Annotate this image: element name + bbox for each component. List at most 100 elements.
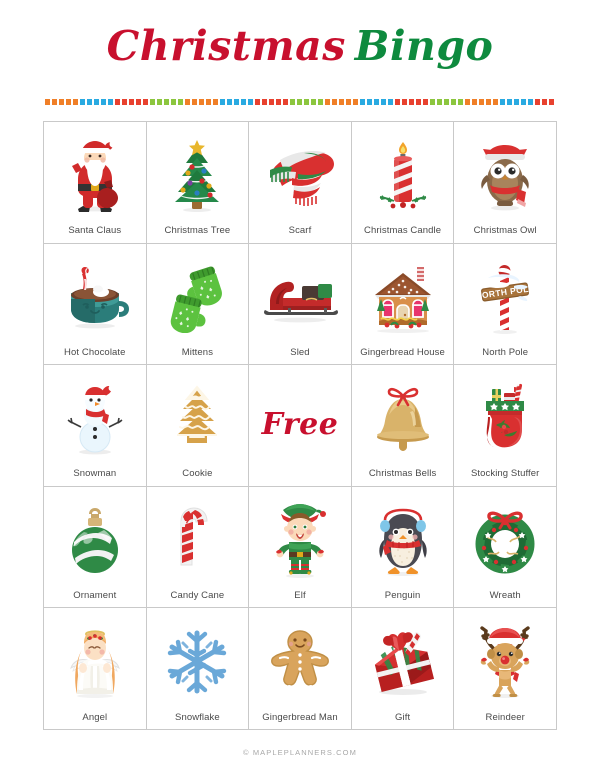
decorative-divider bbox=[45, 99, 555, 106]
divider-square bbox=[192, 99, 197, 105]
divider-square bbox=[178, 99, 183, 105]
bingo-cell-label: Gift bbox=[395, 711, 411, 723]
bingo-cell-label: Christmas Owl bbox=[473, 225, 537, 237]
divider-square bbox=[213, 99, 218, 105]
bingo-cell-label: Scarf bbox=[288, 225, 312, 237]
bingo-cell[interactable]: Christmas Owl bbox=[454, 122, 557, 244]
wreath-icon bbox=[456, 491, 554, 591]
divider-square bbox=[304, 99, 309, 105]
divider-square bbox=[465, 99, 470, 105]
divider-square bbox=[45, 99, 50, 105]
bingo-cell-label: Wreath bbox=[489, 589, 521, 601]
divider-square bbox=[297, 99, 302, 105]
divider-square bbox=[472, 99, 477, 105]
bingo-cell[interactable]: Candy Cane bbox=[146, 486, 250, 609]
bingo-cell[interactable]: Free bbox=[249, 365, 352, 487]
divider-square bbox=[423, 99, 428, 105]
divider-square bbox=[185, 99, 190, 105]
gift-icon bbox=[354, 612, 452, 712]
divider-square bbox=[493, 99, 498, 105]
divider-square bbox=[521, 99, 526, 105]
divider-square bbox=[528, 99, 533, 105]
divider-square bbox=[318, 99, 323, 105]
elf-icon bbox=[251, 491, 349, 591]
divider-square bbox=[325, 99, 330, 105]
divider-square bbox=[108, 99, 113, 105]
divider-square bbox=[535, 99, 540, 105]
bingo-cell[interactable]: Hot Chocolate bbox=[44, 243, 147, 366]
bingo-cell-label: North Pole bbox=[482, 346, 529, 358]
bingo-cell[interactable]: Christmas Tree bbox=[146, 122, 250, 244]
divider-square bbox=[87, 99, 92, 105]
bingo-cell[interactable]: Gift bbox=[351, 608, 455, 730]
divider-square bbox=[430, 99, 435, 105]
divider-square bbox=[451, 99, 456, 105]
free-space-text: Free bbox=[261, 407, 339, 443]
divider-square bbox=[248, 99, 253, 105]
gingerbread-man-icon bbox=[251, 612, 349, 712]
north-pole-icon: NORTH POLE bbox=[456, 248, 554, 348]
bingo-cell[interactable]: Reindeer bbox=[454, 608, 557, 730]
divider-square bbox=[269, 99, 274, 105]
gingerbread-house-icon bbox=[354, 248, 452, 348]
divider-square bbox=[80, 99, 85, 105]
divider-square bbox=[52, 99, 57, 105]
divider-square bbox=[255, 99, 260, 105]
penguin-icon bbox=[354, 491, 452, 591]
bingo-cell-label: Gingerbread Man bbox=[262, 711, 338, 723]
divider-square bbox=[129, 99, 134, 105]
bingo-cell[interactable]: Cookie bbox=[146, 365, 250, 487]
bingo-cell[interactable]: Snowman bbox=[44, 365, 147, 487]
bingo-cell-label: Reindeer bbox=[485, 711, 525, 723]
scarf-icon bbox=[251, 126, 349, 226]
bingo-cell[interactable]: Scarf bbox=[249, 122, 352, 244]
owl-icon bbox=[456, 126, 554, 226]
bingo-cell[interactable]: Gingerbread House bbox=[351, 243, 455, 366]
divider-square bbox=[395, 99, 400, 105]
divider-square bbox=[150, 99, 155, 105]
bingo-cell[interactable]: Christmas Bells bbox=[351, 365, 455, 487]
divider-square bbox=[227, 99, 232, 105]
divider-square bbox=[486, 99, 491, 105]
bingo-cell-label: Santa Claus bbox=[68, 225, 122, 237]
mittens-icon bbox=[149, 248, 247, 348]
bingo-cell[interactable]: Snowflake bbox=[146, 608, 250, 730]
snowflake-icon bbox=[149, 612, 247, 712]
bingo-cell[interactable]: NORTH POLE North Pole bbox=[454, 243, 557, 366]
divider-square bbox=[157, 99, 162, 105]
bingo-cell[interactable]: Elf bbox=[249, 486, 352, 609]
bingo-cell[interactable]: Sled bbox=[249, 243, 352, 366]
stocking-icon bbox=[456, 369, 554, 469]
divider-square bbox=[374, 99, 379, 105]
divider-square bbox=[500, 99, 505, 105]
bingo-cell[interactable]: Wreath bbox=[454, 486, 557, 609]
bingo-cell-label: Elf bbox=[294, 589, 306, 601]
bingo-cell[interactable]: Angel bbox=[44, 608, 147, 730]
bingo-cell[interactable]: Ornament bbox=[44, 486, 147, 609]
divider-square bbox=[59, 99, 64, 105]
divider-square bbox=[381, 99, 386, 105]
ornament-icon bbox=[46, 491, 144, 591]
bingo-cell[interactable]: Penguin bbox=[351, 486, 455, 609]
candle-icon bbox=[354, 126, 452, 226]
divider-square bbox=[73, 99, 78, 105]
bingo-cell[interactable]: Mittens bbox=[146, 243, 250, 366]
page-title: Christmas Bingo bbox=[0, 0, 600, 72]
bingo-cell[interactable]: Gingerbread Man bbox=[249, 608, 352, 730]
bell-icon bbox=[354, 369, 452, 469]
divider-square bbox=[416, 99, 421, 105]
angel-icon bbox=[46, 612, 144, 712]
christmas-tree-icon bbox=[149, 126, 247, 226]
bingo-cell[interactable]: Stocking Stuffer bbox=[454, 365, 557, 487]
divider-square bbox=[479, 99, 484, 105]
bingo-cell[interactable]: Christmas Candle bbox=[351, 122, 455, 244]
bingo-cell-label: Christmas Candle bbox=[364, 225, 442, 237]
divider-square bbox=[206, 99, 211, 105]
bingo-cell-label: Snowflake bbox=[175, 711, 220, 723]
divider-square bbox=[514, 99, 519, 105]
bingo-cell-label: Gingerbread House bbox=[360, 346, 445, 358]
divider-square bbox=[220, 99, 225, 105]
divider-square bbox=[458, 99, 463, 105]
divider-square bbox=[171, 99, 176, 105]
bingo-cell[interactable]: Santa Claus bbox=[44, 122, 147, 244]
